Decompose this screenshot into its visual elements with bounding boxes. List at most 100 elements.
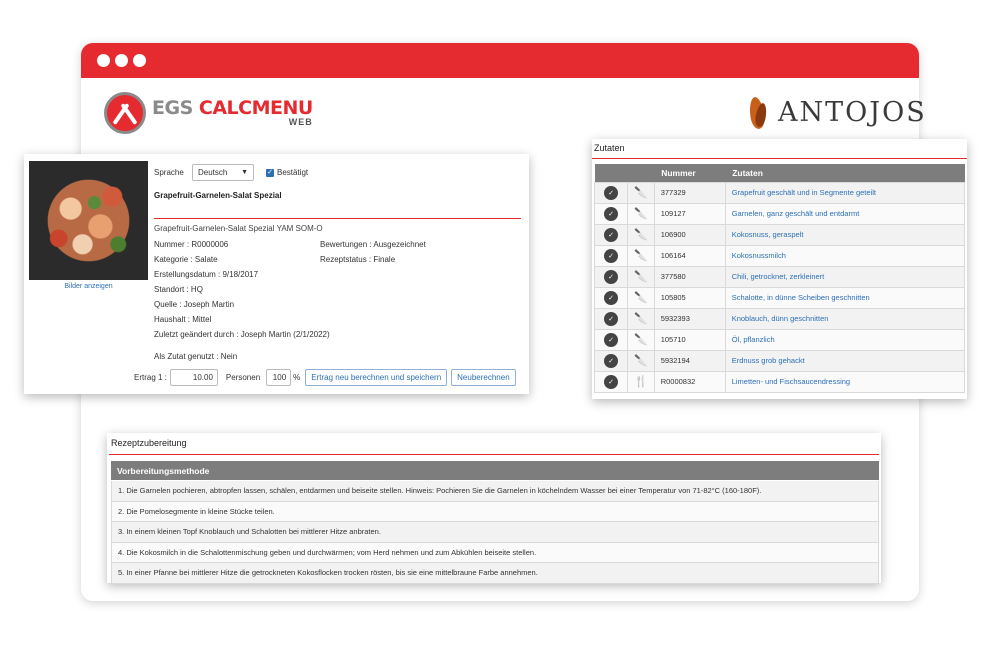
ingredient-type-cell: 🔪 (627, 307, 655, 330)
nutrition-check-icon: ✓ (604, 374, 618, 389)
yield-input[interactable]: 10.00 (169, 369, 218, 386)
knife-icon: 🔪 (634, 313, 648, 325)
ingredient-name-link[interactable]: Schalotte, in dünne Scheiben geschnitten (724, 286, 966, 309)
ingredient-status-cell: ✓ (594, 370, 628, 393)
nutrition-check-icon: ✓ (604, 185, 618, 200)
column-header (627, 164, 655, 182)
table-row[interactable]: ✓ 🔪 106164 Kokosnussmilch (594, 244, 966, 267)
percent-value: 100 (272, 373, 287, 382)
egs-logo-icon (104, 92, 146, 134)
ingredient-type-cell: 🔪 (627, 202, 655, 225)
recipe-location: Standort : HQ (154, 285, 203, 294)
column-header-ingredients: Zutaten (725, 164, 965, 182)
column-header-number: Nummer (654, 164, 726, 182)
nutrition-check-icon: ✓ (604, 206, 618, 221)
ingredient-type-cell: 🔪 (627, 265, 655, 288)
persons-label: Personen (225, 373, 261, 382)
ingredient-type-cell: 🔪 (627, 223, 655, 246)
browser-title-bar (81, 43, 919, 78)
checkbox-checked-icon[interactable]: ✓ (266, 168, 274, 177)
ingredient-name-link[interactable]: Limetten- und Fischsaucendressing (724, 370, 966, 393)
table-row[interactable]: ✓ 🔪 5932393 Knoblauch, dünn geschnitten (594, 307, 966, 330)
nutrition-check-icon: ✓ (604, 227, 618, 242)
knife-icon: 🔪 (634, 271, 648, 283)
recipe-rating: Bewertungen : Ausgezeichnet (320, 240, 426, 249)
ingredient-name-link[interactable]: Garnelen, ganz geschält und entdarmt (724, 202, 966, 225)
percent-input[interactable]: 100 (266, 369, 292, 386)
window-dot-icon (115, 54, 128, 67)
language-value: Deutsch (198, 168, 228, 177)
recalc-save-button[interactable]: Ertrag neu berechnen und speichern (305, 369, 448, 386)
calcmenu-logo-text: CALCMENU (198, 97, 313, 119)
language-label: Sprache (154, 168, 184, 177)
percent-sign: % (293, 373, 301, 382)
ingredient-name-link[interactable]: Öl, pflanzlich (724, 328, 966, 351)
ingredient-name-link[interactable]: Knoblauch, dünn geschnitten (724, 307, 966, 330)
preparation-step: 5. In einer Pfanne bei mittlerer Hitze d… (111, 563, 879, 584)
ingredient-status-cell: ✓ (594, 328, 628, 351)
ingredients-table: Nummer Zutaten ✓ 🔪 377329 Grapefruit geschä… (594, 164, 966, 393)
table-row[interactable]: ✓ 🔪 106900 Kokosnuss, geraspelt (594, 223, 966, 246)
knife-icon: 🔪 (634, 229, 648, 241)
ingredient-type-cell: 🔪 (627, 349, 655, 372)
recipe-category: Kategorie : Salate (154, 255, 218, 264)
flame-icon (747, 93, 770, 131)
egs-calcmenu-logo: EGS CALCMENU WEB (104, 92, 313, 134)
recipe-number: Nummer : R0000006 (154, 240, 229, 249)
knife-icon: 🔪 (634, 250, 648, 262)
nutrition-check-icon: ✓ (604, 311, 618, 326)
ingredient-name-link[interactable]: Erdnuss grob gehackt (724, 349, 966, 372)
ingredient-name-link[interactable]: Grapefruit geschält und in Segmente gete… (724, 181, 966, 204)
table-row[interactable]: ✓ 🔪 105805 Schalotte, in dünne Scheiben ges… (594, 286, 966, 309)
recipe-modified: Zuletzt geändert durch : Joseph Martin (… (154, 330, 330, 339)
ingredient-status-cell: ✓ (594, 244, 628, 267)
divider (592, 158, 967, 159)
language-select[interactable]: Deutsch ▼ (192, 164, 254, 181)
ingredient-type-cell: 🍴 (627, 370, 655, 393)
ingredient-status-cell: ✓ (594, 307, 628, 330)
table-row[interactable]: ✓ 🔪 109127 Garnelen, ganz geschält und entd… (594, 202, 966, 225)
knife-icon: 🔪 (634, 292, 648, 304)
ingredient-number: 106900 (653, 223, 726, 246)
yield-row: Ertrag 1 : 10.00 Personen 100 % Ertrag n… (134, 369, 516, 386)
recipe-subtitle: Grapefruit-Garnelen-Salat Spezial YAM SO… (154, 224, 323, 233)
table-row[interactable]: ✓ 🔪 5932194 Erdnuss grob gehackt (594, 349, 966, 372)
preparation-steps: 1. Die Garnelen pochieren, abtropfen las… (111, 481, 879, 584)
knife-icon: 🔪 (634, 355, 648, 367)
nutrition-check-icon: ✓ (604, 353, 618, 368)
preparation-step: 3. In einem kleinen Topf Knoblauch und S… (111, 522, 879, 543)
preparation-step: 1. Die Garnelen pochieren, abtropfen las… (111, 481, 879, 502)
egs-logo-text: EGS (152, 97, 199, 119)
ingredient-type-cell: 🔪 (627, 181, 655, 204)
knife-icon: 🔪 (634, 208, 648, 220)
ingredient-number: R0000832 (653, 370, 726, 393)
table-header-row: Nummer Zutaten (594, 164, 965, 182)
web-logo-text: WEB (288, 117, 313, 127)
recipe-source: Quelle : Joseph Martin (154, 300, 235, 309)
ingredient-number: 106164 (653, 244, 726, 267)
column-header (594, 164, 628, 182)
ingredient-status-cell: ✓ (594, 265, 628, 288)
show-images-link[interactable]: Bilder anzeigen (29, 283, 148, 290)
ingredient-name-link[interactable]: Kokosnuss, geraspelt (724, 223, 966, 246)
ingredient-name-link[interactable]: Kokosnussmilch (724, 244, 966, 267)
recalc-button[interactable]: Neuberechnen (451, 369, 516, 386)
ingredient-status-cell: ✓ (594, 349, 628, 372)
ingredient-number: 5932393 (653, 307, 726, 330)
recipe-photo[interactable] (29, 161, 148, 280)
table-row[interactable]: ✓ 🔪 105710 Öl, pflanzlich (594, 328, 966, 351)
table-row[interactable]: ✓ 🔪 377329 Grapefruit geschält und in Segme… (594, 181, 966, 204)
table-row[interactable]: ✓ 🔪 377580 Chili, getrocknet, zerkleinert (594, 265, 966, 288)
ingredients-title: Zutaten (594, 143, 625, 153)
ingredient-status-cell: ✓ (594, 223, 628, 246)
fork-knife-icon: 🍴 (634, 376, 648, 388)
ingredient-number: 377580 (653, 265, 726, 288)
confirmed-toggle[interactable]: ✓ Bestätigt (266, 168, 308, 177)
table-row[interactable]: ✓ 🍴 R0000832 Limetten- und Fischsaucendress… (594, 370, 966, 393)
used-as-ingredient: Als Zutat genutzt : Nein (154, 352, 238, 361)
preparation-card: Rezeptzubereitung Vorbereitungsmethode 1… (107, 433, 881, 584)
ingredient-name-link[interactable]: Chili, getrocknet, zerkleinert (724, 265, 966, 288)
preparation-column-header: Vorbereitungsmethode (111, 461, 879, 480)
ingredient-number: 5932194 (653, 349, 726, 372)
ingredient-type-cell: 🔪 (627, 286, 655, 309)
